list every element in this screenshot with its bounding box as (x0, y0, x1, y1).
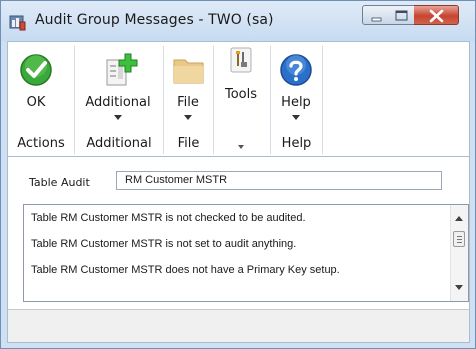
close-icon (429, 9, 444, 23)
message-item: Table RM Customer MSTR is not checked to… (31, 212, 306, 224)
ok-label: OK (26, 95, 46, 110)
audit-group-messages-window: Audit Group Messages - TWO (sa) OK Addit… (0, 0, 476, 349)
help-button[interactable]: Help (276, 44, 316, 132)
ok-button[interactable]: OK (16, 44, 56, 132)
tools-icon (230, 47, 252, 73)
close-button[interactable] (414, 5, 459, 25)
tools-label: Tools (224, 87, 258, 102)
help-label: Help (281, 95, 311, 110)
ribbon-separator (213, 46, 214, 154)
ribbon-separator (322, 46, 323, 154)
chevron-down-icon (114, 115, 122, 120)
folder-icon (173, 59, 204, 84)
window-title: Audit Group Messages - TWO (sa) (35, 12, 274, 28)
tools-chevron-down-icon[interactable] (238, 145, 244, 149)
table-audit-label: Table Audit (29, 176, 90, 189)
additional-label: Additional (85, 95, 151, 110)
scroll-down-icon[interactable] (455, 285, 463, 290)
maximize-icon (395, 10, 408, 21)
scroll-up-icon[interactable] (455, 216, 463, 221)
minimize-button[interactable] (362, 5, 389, 25)
group-label-actions: Actions (17, 136, 65, 151)
message-item: Table RM Customer MSTR does not have a P… (31, 264, 340, 276)
help-icon (280, 54, 312, 86)
ribbon: OK Additional File Tools Help Actions Ad… (7, 41, 470, 157)
message-item: Table RM Customer MSTR is not set to aud… (31, 238, 297, 250)
file-button[interactable]: File (168, 44, 208, 132)
additional-button[interactable]: Additional (81, 44, 155, 132)
group-label-file: File (177, 136, 200, 151)
ok-check-icon (20, 54, 52, 86)
maximize-button[interactable] (388, 5, 415, 25)
group-label-help: Help (281, 136, 312, 151)
group-label-additional: Additional (86, 136, 152, 151)
title-bar[interactable]: Audit Group Messages - TWO (sa) (1, 1, 475, 41)
chevron-down-icon (292, 115, 300, 120)
file-label: File (177, 95, 199, 110)
table-audit-field[interactable]: RM Customer MSTR (116, 171, 442, 190)
minimize-icon (371, 17, 382, 22)
status-bar (7, 309, 470, 343)
app-icon (9, 13, 27, 31)
messages-list[interactable]: Table RM Customer MSTR is not checked to… (23, 204, 469, 302)
chevron-down-icon (184, 115, 192, 120)
scroll-thumb[interactable] (453, 231, 465, 247)
additional-add-icon (106, 53, 138, 86)
tools-button[interactable]: Tools (218, 44, 264, 149)
messages-scrollbar[interactable] (450, 205, 468, 301)
